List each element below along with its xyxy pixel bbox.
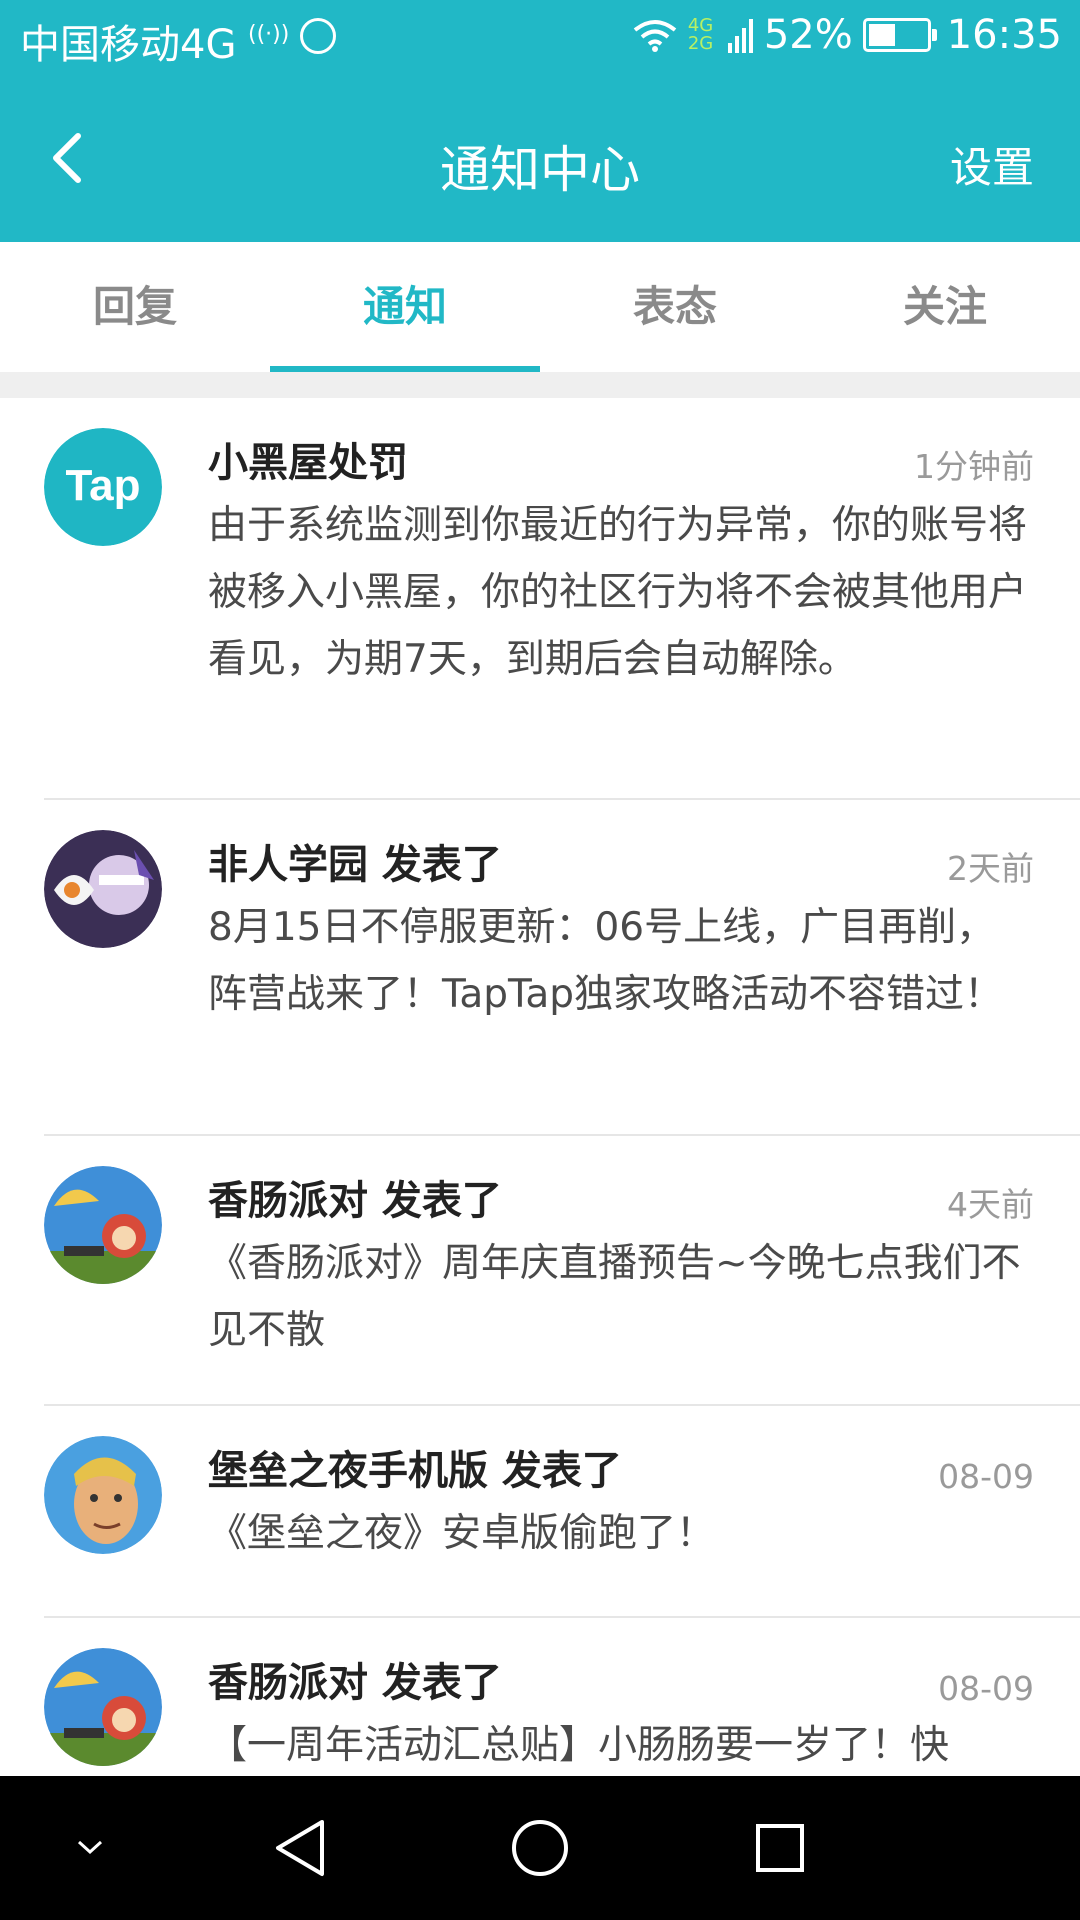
carrier-label: 中国移动4G: [20, 22, 237, 68]
avatar: [44, 1166, 162, 1284]
notification-time: 08-09: [938, 1457, 1034, 1496]
hotspot-icon: ((·)): [248, 22, 290, 47]
game-avatar-icon: [44, 1436, 162, 1554]
tap-logo-icon: Tap: [44, 428, 162, 546]
notification-body: 《香肠派对》周年庆直播预告~今晚七点我们不见不散: [208, 1241, 1021, 1353]
tab-notify[interactable]: 通知: [270, 242, 540, 372]
list-item[interactable]: 非人学园 发表了 2天前 8月15日不停服更新：06号上线，广目再削，阵营战来了！…: [44, 800, 1080, 1136]
hide-nav-button[interactable]: [40, 1776, 140, 1920]
list-item[interactable]: Tap 小黑屋处罚 1分钟前 由于系统监测到你最近的行为异常，你的账号将被移入小黑…: [44, 398, 1080, 800]
tab-follow[interactable]: 关注: [810, 242, 1080, 372]
alarm-icon: [300, 18, 336, 54]
notification-body: 8月15日不停服更新：06号上线，广目再削，阵营战来了！TapTap独家攻略活动…: [208, 905, 1004, 1017]
tab-reply-label: 回复: [92, 282, 177, 331]
tab-follow-label: 关注: [902, 282, 987, 331]
notification-title: 非人学园 发表了: [208, 842, 502, 888]
list-item[interactable]: 堡垒之夜手机版 发表了 08-09 《堡垒之夜》安卓版偷跑了！: [44, 1406, 1080, 1618]
game-avatar-icon: [44, 1166, 162, 1284]
circle-home-icon: [512, 1820, 568, 1876]
list-item[interactable]: 香肠派对 发表了 4天前 《香肠派对》周年庆直播预告~今晚七点我们不见不散: [44, 1136, 1080, 1406]
svg-text:Tap: Tap: [66, 461, 141, 510]
game-avatar-icon: [44, 830, 162, 948]
signal-bars-icon: [727, 19, 753, 53]
notification-time: 4天前: [947, 1185, 1034, 1224]
notification-body: 《堡垒之夜》安卓版偷跑了！: [208, 1511, 716, 1556]
notification-time: 1分钟前: [914, 447, 1034, 486]
notification-time: 2天前: [947, 849, 1034, 888]
title-bar: 通知中心 设置: [0, 78, 1080, 242]
wifi-icon: [633, 20, 677, 52]
notification-title: 香肠派对 发表了: [208, 1178, 502, 1224]
status-bar: 中国移动4G ((·)) 4G 2G 52% 16:35: [0, 0, 1080, 78]
triangle-back-icon: [276, 1820, 324, 1876]
notification-title: 香肠派对 发表了: [208, 1660, 502, 1706]
status-right: 4G 2G 52% 16:35: [632, 12, 1062, 58]
notification-title: 堡垒之夜手机版 发表了: [208, 1448, 622, 1494]
tab-reply[interactable]: 回复: [0, 242, 270, 372]
system-nav-bar: [0, 1776, 1080, 1920]
recents-button[interactable]: [730, 1776, 830, 1920]
tab-bar: 回复 通知 表态 关注: [0, 242, 1080, 374]
clock: 16:35: [946, 12, 1062, 58]
settings-button[interactable]: 设置: [950, 134, 1034, 195]
tab-react-label: 表态: [632, 282, 717, 331]
game-avatar-icon: [44, 1648, 162, 1766]
notification-body: 【一周年活动汇总贴】小肠肠要一岁了！快: [208, 1723, 950, 1768]
avatar: [44, 830, 162, 948]
home-button[interactable]: [490, 1776, 590, 1920]
battery-percent: 52%: [763, 12, 853, 58]
avatar: Tap: [44, 428, 162, 546]
back-button[interactable]: [250, 1776, 350, 1920]
tab-notify-label: 通知: [362, 282, 447, 331]
page-title: 通知中心: [440, 141, 640, 199]
notification-time: 08-09: [938, 1669, 1034, 1708]
list-item[interactable]: 香肠派对 发表了 08-09 【一周年活动汇总贴】小肠肠要一岁了！快: [44, 1618, 1080, 1776]
battery-icon: [862, 18, 937, 52]
avatar: [44, 1648, 162, 1766]
tab-react[interactable]: 表态: [540, 242, 810, 372]
chevron-down-icon: [77, 1840, 103, 1855]
divider: [0, 372, 1080, 398]
cell-signal-icon: 4G 2G: [687, 15, 714, 54]
avatar: [44, 1436, 162, 1554]
notification-body: 由于系统监测到你最近的行为异常，你的账号将被移入小黑屋，你的社区行为将不会被其他…: [208, 503, 1028, 682]
header-bar: 中国移动4G ((·)) 4G 2G 52% 16:35 通知中心 设置: [0, 0, 1080, 242]
square-recents-icon: [756, 1824, 804, 1872]
notification-list: Tap 小黑屋处罚 1分钟前 由于系统监测到你最近的行为异常，你的账号将被移入小黑…: [0, 398, 1080, 1776]
notification-title: 小黑屋处罚: [208, 440, 408, 486]
